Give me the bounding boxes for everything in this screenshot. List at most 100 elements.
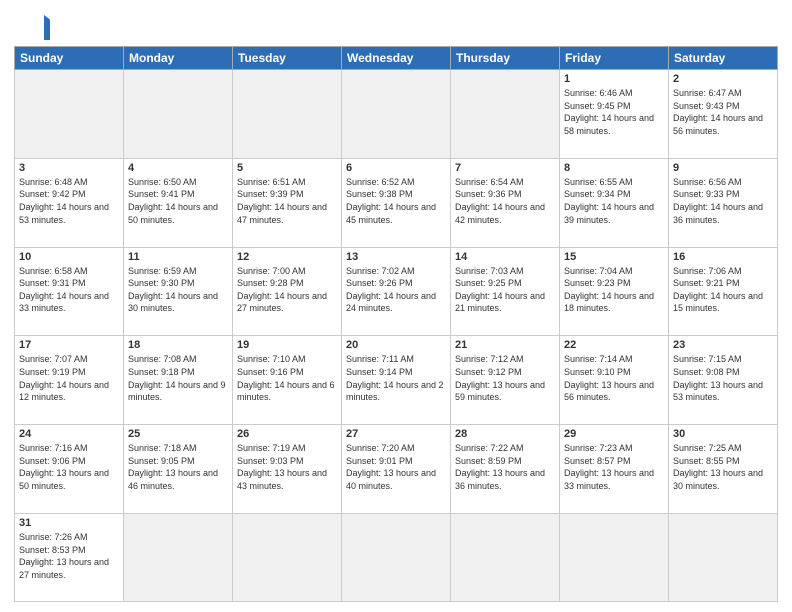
table-row: 8 Sunrise: 6:55 AM Sunset: 9:34 PM Daylig…	[560, 158, 669, 247]
table-row: 2Sunrise: 6:47 AM Sunset: 9:43 PM Daylig…	[669, 70, 778, 159]
day-number: 12	[237, 251, 337, 263]
day-info: Sunrise: 6:46 AM Sunset: 9:45 PM Dayligh…	[564, 87, 664, 137]
calendar-week-row: 3 Sunrise: 6:48 AM Sunset: 9:42 PM Daylig…	[15, 158, 778, 247]
day-number: 3	[19, 162, 119, 174]
day-number: 31	[19, 517, 119, 529]
day-number: 13	[346, 251, 446, 263]
table-row: 25Sunrise: 7:18 AM Sunset: 9:05 PM Dayli…	[124, 425, 233, 514]
table-row	[560, 513, 669, 601]
day-info: Sunrise: 7:22 AM Sunset: 8:59 PM Dayligh…	[455, 442, 555, 492]
day-info: Sunrise: 7:03 AM Sunset: 9:25 PM Dayligh…	[455, 265, 555, 315]
day-info: Sunrise: 7:02 AM Sunset: 9:26 PM Dayligh…	[346, 265, 446, 315]
day-number: 30	[673, 428, 773, 440]
day-number: 20	[346, 339, 446, 351]
calendar: Sunday Monday Tuesday Wednesday Thursday…	[14, 46, 778, 602]
day-number: 1	[564, 73, 664, 85]
logo-icon	[14, 10, 50, 40]
table-row: 3 Sunrise: 6:48 AM Sunset: 9:42 PM Daylig…	[15, 158, 124, 247]
table-row: 31 Sunrise: 7:26 AM Sunset: 8:53 PM Dayli…	[15, 513, 124, 601]
table-row: 16 Sunrise: 7:06 AM Sunset: 9:21 PM Dayli…	[669, 247, 778, 336]
day-info: Sunrise: 7:06 AM Sunset: 9:21 PM Dayligh…	[673, 265, 773, 315]
day-number: 28	[455, 428, 555, 440]
table-row: 22 Sunrise: 7:14 AM Sunset: 9:10 PM Dayli…	[560, 336, 669, 425]
day-number: 19	[237, 339, 337, 351]
header-tuesday: Tuesday	[233, 47, 342, 70]
day-info: Sunrise: 7:14 AM Sunset: 9:10 PM Dayligh…	[564, 353, 664, 403]
table-row	[124, 513, 233, 601]
table-row	[233, 70, 342, 159]
day-number: 22	[564, 339, 664, 351]
table-row	[15, 70, 124, 159]
table-row	[233, 513, 342, 601]
calendar-week-row: 10Sunrise: 6:58 AM Sunset: 9:31 PM Dayli…	[15, 247, 778, 336]
day-number: 11	[128, 251, 228, 263]
table-row: 5 Sunrise: 6:51 AM Sunset: 9:39 PM Daylig…	[233, 158, 342, 247]
day-number: 9	[673, 162, 773, 174]
day-number: 6	[346, 162, 446, 174]
calendar-week-row: 31 Sunrise: 7:26 AM Sunset: 8:53 PM Dayli…	[15, 513, 778, 601]
table-row: 4Sunrise: 6:50 AM Sunset: 9:41 PM Daylig…	[124, 158, 233, 247]
table-row	[669, 513, 778, 601]
calendar-week-row: 24Sunrise: 7:16 AM Sunset: 9:06 PM Dayli…	[15, 425, 778, 514]
header-sunday: Sunday	[15, 47, 124, 70]
day-number: 18	[128, 339, 228, 351]
table-row: 17 Sunrise: 7:07 AM Sunset: 9:19 PM Dayli…	[15, 336, 124, 425]
header-monday: Monday	[124, 47, 233, 70]
day-number: 8	[564, 162, 664, 174]
day-info: Sunrise: 7:26 AM Sunset: 8:53 PM Dayligh…	[19, 531, 119, 581]
day-number: 21	[455, 339, 555, 351]
weekday-header-row: Sunday Monday Tuesday Wednesday Thursday…	[15, 47, 778, 70]
day-number: 26	[237, 428, 337, 440]
table-row: 20Sunrise: 7:11 AM Sunset: 9:14 PM Dayli…	[342, 336, 451, 425]
header-saturday: Saturday	[669, 47, 778, 70]
day-number: 27	[346, 428, 446, 440]
table-row: 1 Sunrise: 6:46 AM Sunset: 9:45 PM Daylig…	[560, 70, 669, 159]
day-info: Sunrise: 6:48 AM Sunset: 9:42 PM Dayligh…	[19, 176, 119, 226]
day-info: Sunrise: 6:55 AM Sunset: 9:34 PM Dayligh…	[564, 176, 664, 226]
day-number: 17	[19, 339, 119, 351]
day-number: 29	[564, 428, 664, 440]
table-row: 12 Sunrise: 7:00 AM Sunset: 9:28 PM Dayli…	[233, 247, 342, 336]
day-info: Sunrise: 7:25 AM Sunset: 8:55 PM Dayligh…	[673, 442, 773, 492]
day-info: Sunrise: 7:08 AM Sunset: 9:18 PM Dayligh…	[128, 353, 228, 403]
table-row: 29 Sunrise: 7:23 AM Sunset: 8:57 PM Dayli…	[560, 425, 669, 514]
day-number: 14	[455, 251, 555, 263]
day-number: 5	[237, 162, 337, 174]
day-info: Sunrise: 6:59 AM Sunset: 9:30 PM Dayligh…	[128, 265, 228, 315]
table-row: 15Sunrise: 7:04 AM Sunset: 9:23 PM Dayli…	[560, 247, 669, 336]
header-friday: Friday	[560, 47, 669, 70]
table-row: 19Sunrise: 7:10 AM Sunset: 9:16 PM Dayli…	[233, 336, 342, 425]
table-row: 7Sunrise: 6:54 AM Sunset: 9:36 PM Daylig…	[451, 158, 560, 247]
day-info: Sunrise: 7:23 AM Sunset: 8:57 PM Dayligh…	[564, 442, 664, 492]
table-row	[451, 70, 560, 159]
day-info: Sunrise: 6:58 AM Sunset: 9:31 PM Dayligh…	[19, 265, 119, 315]
table-row	[124, 70, 233, 159]
table-row: 27 Sunrise: 7:20 AM Sunset: 9:01 PM Dayli…	[342, 425, 451, 514]
logo	[14, 10, 56, 40]
day-info: Sunrise: 7:04 AM Sunset: 9:23 PM Dayligh…	[564, 265, 664, 315]
table-row: 18 Sunrise: 7:08 AM Sunset: 9:18 PM Dayli…	[124, 336, 233, 425]
day-info: Sunrise: 6:47 AM Sunset: 9:43 PM Dayligh…	[673, 87, 773, 137]
page: Sunday Monday Tuesday Wednesday Thursday…	[0, 0, 792, 612]
header	[14, 10, 778, 40]
day-info: Sunrise: 6:50 AM Sunset: 9:41 PM Dayligh…	[128, 176, 228, 226]
table-row	[451, 513, 560, 601]
day-info: Sunrise: 6:51 AM Sunset: 9:39 PM Dayligh…	[237, 176, 337, 226]
table-row: 23Sunrise: 7:15 AM Sunset: 9:08 PM Dayli…	[669, 336, 778, 425]
table-row	[342, 70, 451, 159]
table-row: 11 Sunrise: 6:59 AM Sunset: 9:30 PM Dayli…	[124, 247, 233, 336]
table-row: 28 Sunrise: 7:22 AM Sunset: 8:59 PM Dayli…	[451, 425, 560, 514]
day-info: Sunrise: 7:07 AM Sunset: 9:19 PM Dayligh…	[19, 353, 119, 403]
header-thursday: Thursday	[451, 47, 560, 70]
day-info: Sunrise: 6:56 AM Sunset: 9:33 PM Dayligh…	[673, 176, 773, 226]
day-info: Sunrise: 7:00 AM Sunset: 9:28 PM Dayligh…	[237, 265, 337, 315]
day-number: 16	[673, 251, 773, 263]
table-row: 21 Sunrise: 7:12 AM Sunset: 9:12 PM Dayli…	[451, 336, 560, 425]
table-row: 26Sunrise: 7:19 AM Sunset: 9:03 PM Dayli…	[233, 425, 342, 514]
day-info: Sunrise: 7:20 AM Sunset: 9:01 PM Dayligh…	[346, 442, 446, 492]
table-row: 14 Sunrise: 7:03 AM Sunset: 9:25 PM Dayli…	[451, 247, 560, 336]
day-info: Sunrise: 7:12 AM Sunset: 9:12 PM Dayligh…	[455, 353, 555, 403]
calendar-week-row: 1 Sunrise: 6:46 AM Sunset: 9:45 PM Daylig…	[15, 70, 778, 159]
table-row: 30 Sunrise: 7:25 AM Sunset: 8:55 PM Dayli…	[669, 425, 778, 514]
table-row: 24Sunrise: 7:16 AM Sunset: 9:06 PM Dayli…	[15, 425, 124, 514]
